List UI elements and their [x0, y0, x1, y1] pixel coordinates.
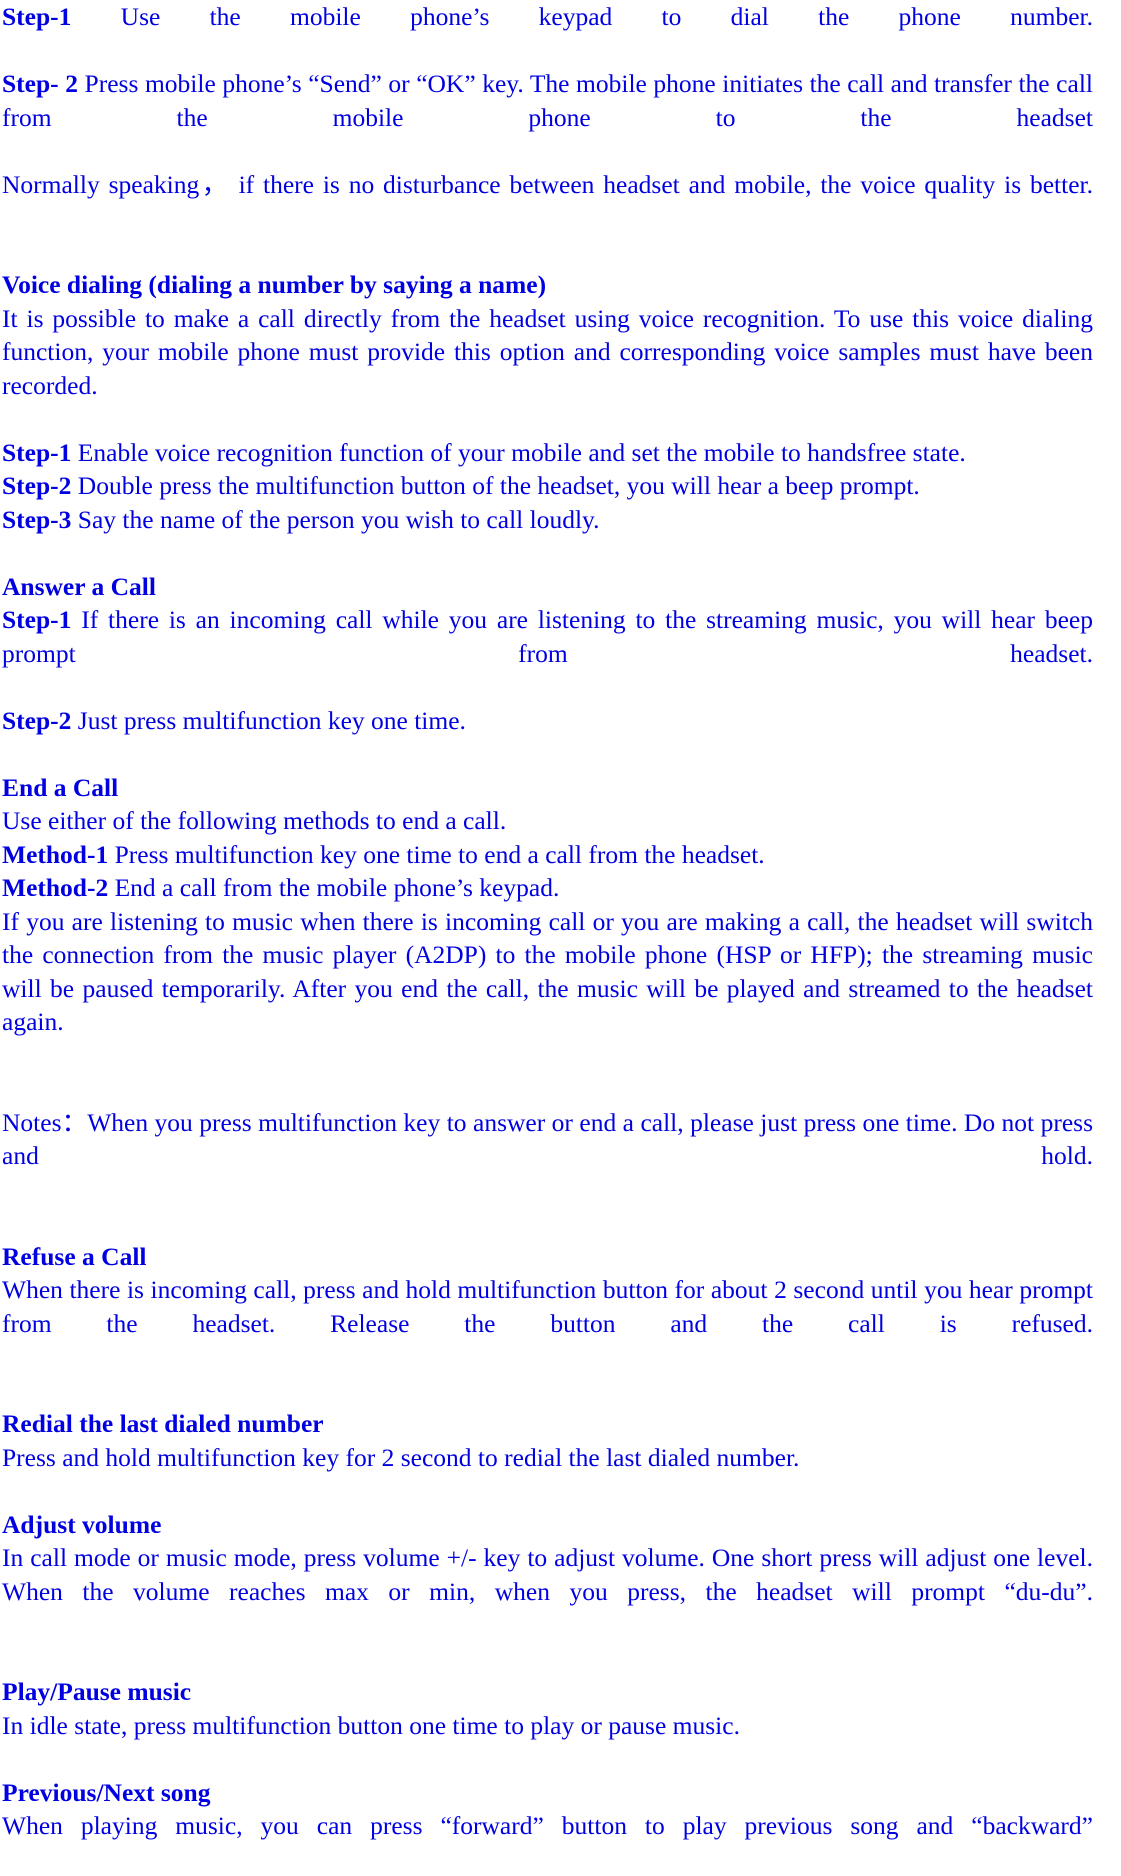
paragraph-text: Say the name of the person you wish to c… [71, 504, 600, 534]
heading-voice-dialing: Voice dialing (dialing a number by sayin… [2, 270, 547, 299]
paragraph-step2-send: Step- 2 Press mobile phone’s “Send” or “… [2, 67, 1093, 168]
paragraph-adjust-volume-body: In call mode or music mode, press volume… [2, 1541, 1093, 1642]
notes-label: Notes： [2, 1107, 88, 1137]
paragraph-refuse-call-body: When there is incoming call, press and h… [2, 1273, 1093, 1374]
step-label: Step-1 [2, 605, 72, 634]
paragraph-text: When there is incoming call, press and h… [2, 1275, 1093, 1338]
paragraph-text: When playing music, you can press “forwa… [2, 1811, 1093, 1840]
paragraph-method2: Method-2 End a call from the mobile phon… [2, 871, 1093, 905]
paragraph-text: Use the mobile phone’s keypad to dial th… [71, 2, 1093, 31]
step-label: Step-3 [2, 504, 72, 534]
heading-end-a-call: End a Call [2, 772, 119, 802]
paragraph-voice-dialing-intro: It is possible to make a call directly f… [2, 302, 1093, 436]
paragraph-ac-step2: Step-2 Just press multifunction key one … [2, 704, 1093, 738]
paragraph-text: Normally speaking， if there is no distur… [2, 169, 1093, 199]
paragraph-text: If you are listening to music when there… [2, 906, 1093, 1037]
document-page: Step-1 Use the mobile phone’s keypad to … [0, 0, 1121, 1840]
step-label: Step- 2 [2, 69, 78, 98]
paragraph-end-call-detail: If you are listening to music when there… [2, 905, 1093, 1073]
heading-refuse-a-call: Refuse a Call [2, 1241, 147, 1271]
heading-play-pause-music: Play/Pause music [2, 1677, 192, 1706]
step-label: Step-2 [2, 705, 72, 735]
heading-redial-last-dialed-number: Redial the last dialed number [2, 1409, 324, 1438]
method-label: Method-1 [2, 839, 109, 869]
paragraph-text: Press mobile phone’s “Send” or “OK” key.… [2, 69, 1093, 132]
step-label: Step-2 [2, 471, 72, 500]
paragraph-text: Just press multifunction key one time. [71, 705, 466, 735]
paragraph-step1-dial: Step-1 Use the mobile phone’s keypad to … [2, 0, 1093, 67]
document-body: Step-1 Use the mobile phone’s keypad to … [2, 0, 1093, 1876]
paragraph-vd-step2: Step-2 Double press the multifunction bu… [2, 469, 1093, 503]
paragraph-text: In call mode or music mode, press volume… [2, 1543, 1093, 1606]
paragraph-redial-body: Press and hold multifunction key for 2 s… [2, 1441, 1093, 1475]
step-label: Step-1 [2, 2, 72, 31]
paragraph-normally-speaking: Normally speaking， if there is no distur… [2, 168, 1093, 235]
paragraph-ac-step1: Step-1 If there is an incoming call whil… [2, 603, 1093, 704]
paragraph-end-call-intro: Use either of the following methods to e… [2, 804, 1093, 838]
paragraph-text: Use either of the following methods to e… [2, 806, 507, 835]
heading-adjust-volume: Adjust volume [2, 1509, 162, 1539]
paragraph-vd-step3: Step-3 Say the name of the person you wi… [2, 503, 1093, 537]
paragraph-text: End a call from the mobile phone’s keypa… [108, 873, 560, 902]
heading-previous-next-song: Previous/Next song [2, 1777, 211, 1807]
paragraph-method1: Method-1 Press multifunction key one tim… [2, 838, 1093, 872]
paragraph-text: It is possible to make a call directly f… [2, 303, 1093, 400]
paragraph-prev-next-body: When playing music, you can press “forwa… [2, 1809, 1093, 1876]
paragraph-text: Press multifunction key one time to end … [108, 839, 765, 869]
paragraph-text: Enable voice recognition function of you… [71, 437, 966, 467]
paragraph-text: Press and hold multifunction key for 2 s… [2, 1442, 800, 1472]
paragraph-play-pause-body: In idle state, press multifunction butto… [2, 1709, 1093, 1743]
paragraph-text: Double press the multifunction button of… [71, 471, 920, 500]
paragraph-notes: Notes：When you press multifunction key t… [2, 1106, 1093, 1207]
paragraph-text: When you press multifunction key to answ… [2, 1107, 1093, 1171]
step-label: Step-1 [2, 437, 72, 467]
paragraph-vd-step1: Step-1 Enable voice recognition function… [2, 436, 1093, 470]
paragraph-text: In idle state, press multifunction butto… [2, 1710, 740, 1740]
paragraph-text: If there is an incoming call while you a… [2, 605, 1093, 668]
heading-answer-a-call: Answer a Call [2, 571, 156, 601]
method-label: Method-2 [2, 873, 109, 902]
